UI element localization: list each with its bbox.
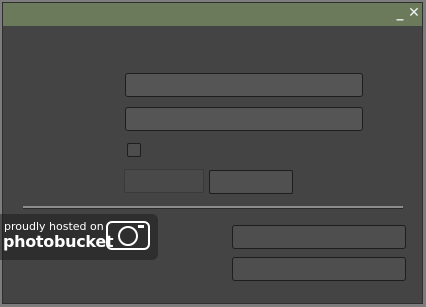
- checkbox[interactable]: [127, 143, 141, 157]
- text-field-1[interactable]: [125, 73, 363, 97]
- title-bar[interactable]: _ ✕: [3, 3, 422, 26]
- watermark-line2: photobucket: [3, 232, 114, 251]
- text-field-4[interactable]: [232, 257, 406, 281]
- text-field-3[interactable]: [232, 225, 406, 249]
- text-field-2[interactable]: [125, 107, 363, 131]
- button-right[interactable]: [209, 170, 293, 194]
- minimize-button[interactable]: _: [393, 5, 407, 21]
- button-left[interactable]: [124, 169, 204, 193]
- photobucket-watermark: proudly hosted on photobucket: [0, 214, 158, 260]
- close-button[interactable]: ✕: [407, 5, 421, 21]
- divider: [23, 206, 403, 209]
- camera-icon: [106, 221, 150, 250]
